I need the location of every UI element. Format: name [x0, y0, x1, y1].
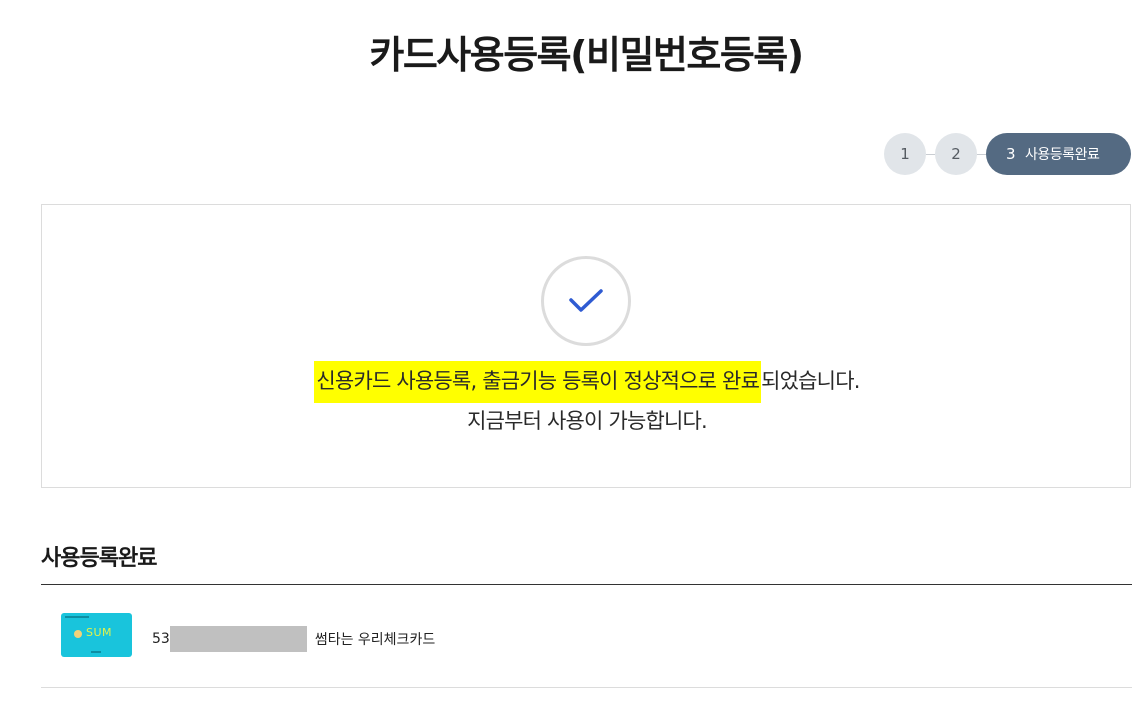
card-list-item: SUM 53 썸타는 우리체크카드	[41, 586, 1132, 688]
step-3-active: 3 사용등록완료	[986, 133, 1131, 175]
card-number-mask	[169, 626, 307, 652]
result-message-rest: 되었습니다.	[761, 369, 860, 393]
step-connector	[977, 153, 986, 155]
result-message-highlight: 신용카드 사용등록, 출금기능 등록이 정상적으로 완료	[314, 361, 762, 403]
result-panel: 신용카드 사용등록, 출금기능 등록이 정상적으로 완료되었습니다. 지금부터 …	[41, 204, 1131, 488]
page-title: 카드사용등록(비밀번호등록)	[369, 33, 804, 77]
checkmark-icon	[569, 289, 603, 312]
result-message-line1: 신용카드 사용등록, 출금기능 등록이 정상적으로 완료되었습니다.	[42, 361, 1132, 403]
card-name: 썸타는 우리체크카드	[314, 632, 436, 648]
card-bottom-strip	[91, 651, 101, 653]
section-divider	[41, 584, 1132, 585]
step-3-label: 사용등록완료	[1025, 147, 1100, 163]
card-number-prefix: 53	[152, 631, 170, 647]
card-chip-icon	[74, 630, 82, 638]
card-info: 53 썸타는 우리체크카드	[152, 626, 435, 652]
success-check-icon	[541, 256, 631, 346]
card-brand-text: SUM	[86, 626, 113, 639]
step-connector	[926, 153, 935, 155]
step-1: 1	[884, 133, 926, 175]
step-3-number: 3	[1006, 145, 1016, 163]
result-message-line2: 지금부터 사용이 가능합니다.	[467, 409, 708, 433]
step-2: 2	[935, 133, 977, 175]
card-image: SUM	[61, 613, 132, 657]
step-indicator: 1 2 3 사용등록완료	[884, 133, 1131, 175]
card-strip	[65, 616, 89, 618]
section-title: 사용등록완료	[41, 546, 157, 571]
